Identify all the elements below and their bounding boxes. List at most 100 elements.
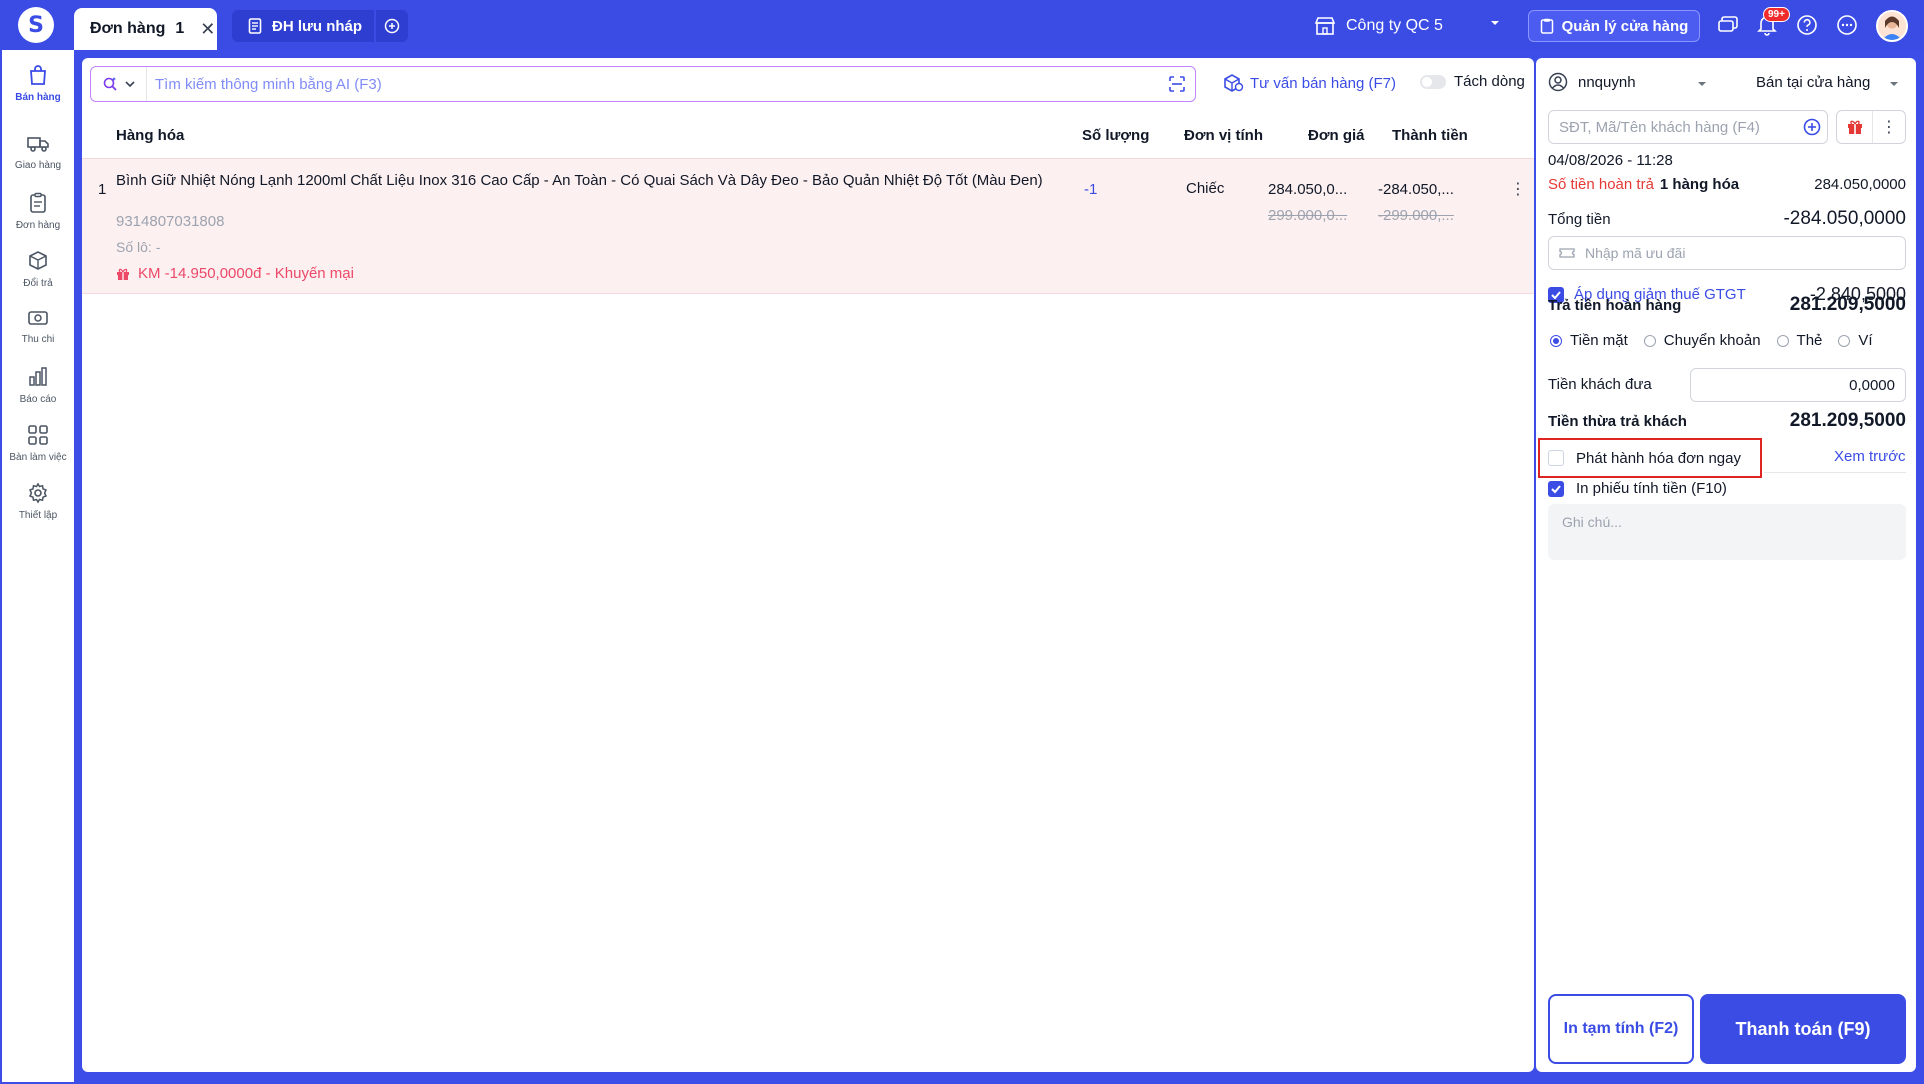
refund-summary: Số tiền hoàn trả 1 hàng hóa 284.050,0000 [1548, 176, 1906, 193]
search-input[interactable] [147, 75, 1159, 93]
payment-transfer[interactable]: Chuyển khoản [1643, 332, 1761, 349]
col-product: Hàng hóa [116, 126, 185, 144]
tab-order[interactable]: Đơn hàng 1 ✕ [74, 8, 217, 50]
customer-input[interactable] [1559, 118, 1797, 136]
company-selector[interactable]: Công ty QC 5 [1314, 12, 1499, 40]
tab-draft-orders[interactable]: ĐH lưu nháp [232, 10, 374, 42]
note-input[interactable] [1548, 504, 1906, 560]
barcode-scan-icon[interactable] [1159, 75, 1195, 93]
unit-value[interactable]: Chiếc [1186, 180, 1224, 197]
payment-methods: Tiền mặt Chuyển khoản Thẻ Ví [1550, 332, 1873, 349]
sales-advise-button[interactable]: Tư vấn bán hàng (F7) [1222, 73, 1396, 93]
add-tab-button[interactable] [376, 10, 408, 42]
price-original: 299.000,0... [1268, 207, 1348, 224]
sidebar-item-cashflow[interactable]: Thu chi [2, 308, 74, 362]
sidebar-item-returns[interactable]: Đổi trả [2, 250, 74, 304]
payment-cash[interactable]: Tiền mặt [1550, 332, 1628, 349]
customer-paid-input[interactable] [1690, 368, 1906, 402]
sidebar-item-delivery[interactable]: Giao hàng [2, 134, 74, 188]
split-line-toggle[interactable]: Tách dòng [1420, 73, 1525, 90]
change-label: Tiền thừa trả khách [1548, 412, 1687, 430]
user-name: nnquynh [1578, 73, 1636, 91]
payment-card[interactable]: Thẻ [1776, 332, 1822, 349]
chevron-down-icon[interactable] [1696, 78, 1708, 90]
table-row[interactable]: 1 Bình Giữ Nhiệt Nóng Lạnh 1200ml Chất L… [82, 158, 1534, 294]
issue-invoice-checkbox[interactable] [1548, 450, 1564, 466]
print-receipt-option[interactable]: In phiếu tính tiền (F10) [1548, 480, 1727, 497]
split-line-label: Tách dòng [1454, 73, 1525, 90]
radio-icon [1643, 334, 1656, 347]
gift-icon [117, 268, 129, 280]
payment-wallet[interactable]: Ví [1838, 332, 1873, 349]
company-name: Công ty QC 5 [1346, 17, 1443, 34]
col-quantity: Số lượng [1082, 126, 1150, 144]
col-unit: Đơn vị tính [1184, 126, 1263, 144]
sidebar-item-label: Bàn làm việc [9, 452, 67, 463]
sidebar-item-orders[interactable]: Đơn hàng [2, 192, 74, 246]
plus-circle-icon [384, 18, 400, 34]
total-line: Tổng tiền -284.050,0000 [1548, 208, 1906, 230]
sales-mode-selector[interactable]: Bán tại cửa hàng [1756, 74, 1870, 91]
preview-link[interactable]: Xem trước [1834, 448, 1906, 465]
lot-number: Số lô: - [116, 239, 161, 255]
user-selector[interactable]: nnquynh [1548, 72, 1636, 92]
help-icon[interactable] [1795, 13, 1819, 37]
total-value: -284.050,... [1378, 181, 1454, 198]
divider [1764, 472, 1906, 473]
sidebar-item-label: Thu chi [21, 334, 55, 345]
print-receipt-checkbox[interactable] [1548, 480, 1564, 497]
ai-search-icon [103, 77, 117, 91]
customer-search [1548, 110, 1828, 144]
box-return-icon [29, 251, 47, 270]
toggle-switch[interactable] [1420, 74, 1446, 89]
order-datetime: 04/08/2026 - 11:28 [1548, 152, 1673, 169]
shopping-bag-icon [30, 65, 46, 85]
cash-icon [28, 311, 48, 325]
order-panel: Tư vấn bán hàng (F7) Tách dòng Hàng hóa … [82, 58, 1534, 1072]
refund-payout: Trả tiền hoàn hàng 281.209,5000 [1548, 294, 1906, 316]
truck-icon [27, 137, 49, 152]
sidebar-item-reports[interactable]: Báo cáo [2, 366, 74, 420]
print-draft-button[interactable]: In tạm tính (F2) [1548, 994, 1694, 1064]
gear-icon [28, 482, 48, 504]
issue-invoice-option[interactable]: Phát hành hóa đơn ngay [1538, 438, 1762, 478]
total-label: Tổng tiền [1548, 210, 1611, 228]
refund-label: Số tiền hoàn trả 1 hàng hóa [1548, 176, 1740, 193]
multi-window-icon[interactable] [1716, 13, 1740, 37]
checkout-panel: nnquynh Bán tại cửa hàng ⋮ 04/08/2026 - … [1536, 58, 1916, 1072]
manage-store-button[interactable]: Quản lý cửa hàng [1528, 10, 1700, 42]
close-icon[interactable]: ✕ [200, 19, 215, 40]
more-vertical-icon[interactable]: ⋮ [1510, 179, 1526, 199]
tab-order-label: Đơn hàng [90, 20, 166, 37]
gift-icon[interactable] [1837, 111, 1873, 143]
app-logo[interactable]: S [18, 7, 54, 43]
refund-value: 284.050,0000 [1814, 176, 1906, 193]
chevron-down-icon[interactable] [1888, 78, 1900, 90]
col-total: Thành tiền [1392, 126, 1468, 144]
voucher-input[interactable] [1585, 245, 1905, 261]
row-index: 1 [98, 181, 107, 198]
more-circle-icon[interactable] [1835, 13, 1859, 37]
voucher-field [1548, 236, 1906, 270]
checkout-button[interactable]: Thanh toán (F9) [1700, 994, 1906, 1064]
search-mode-dropdown[interactable] [91, 67, 147, 101]
package-icon [1224, 74, 1244, 92]
more-vertical-icon[interactable]: ⋮ [1873, 117, 1905, 137]
add-customer-icon[interactable] [1797, 118, 1827, 136]
promotion-text: KM -14.950,0000đ - Khuyến mại [138, 265, 354, 282]
quantity-value[interactable]: -1 [1084, 181, 1097, 198]
top-bar: S Đơn hàng 1 ✕ ĐH lưu nháp Công ty QC 5 … [0, 0, 1924, 50]
avatar[interactable] [1876, 10, 1908, 42]
product-name: Bình Giữ Nhiệt Nóng Lạnh 1200ml Chất Liệ… [116, 172, 1043, 189]
ticket-icon [1559, 248, 1575, 258]
sidebar-item-settings[interactable]: Thiết lập [2, 482, 74, 536]
sidebar-item-sales[interactable]: Bán hàng [2, 64, 74, 118]
sidebar-item-label: Giao hàng [14, 160, 62, 171]
document-icon [248, 18, 262, 34]
print-receipt-label: In phiếu tính tiền (F10) [1576, 480, 1727, 497]
table-header: Hàng hóa Số lượng Đơn vị tính Đơn giá Th… [82, 112, 1534, 158]
refund-payout-value: 281.209,5000 [1789, 294, 1906, 315]
sidebar-item-workspace[interactable]: Bàn làm việc [2, 424, 74, 478]
price-value[interactable]: 284.050,0... [1268, 181, 1347, 198]
product-code: 9314807031808 [116, 213, 225, 230]
